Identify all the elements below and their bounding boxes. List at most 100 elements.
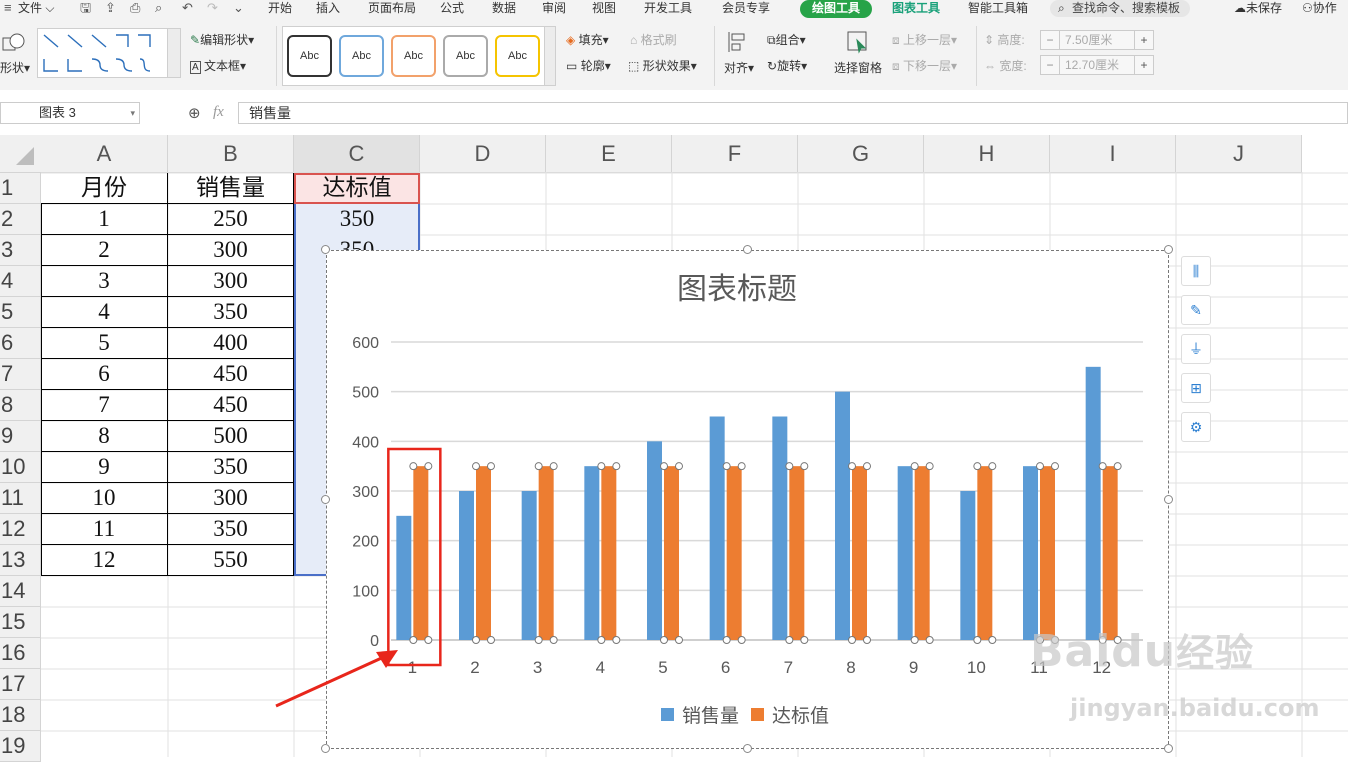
bar-selection-handle[interactable] xyxy=(675,462,683,471)
bar-selection-handle[interactable] xyxy=(487,636,495,644)
header-cell-month[interactable]: 月份 xyxy=(41,173,168,204)
bar-sales[interactable] xyxy=(647,441,662,640)
chart-type-icon[interactable]: ⊞ xyxy=(1181,373,1211,403)
bar-target[interactable] xyxy=(538,466,554,640)
bar-selection-handle[interactable] xyxy=(660,462,668,471)
bar-selection-handle[interactable] xyxy=(988,462,997,471)
bar-sales[interactable] xyxy=(1023,466,1038,640)
table-cell-month[interactable]: 2 xyxy=(41,235,168,266)
table-cell-month[interactable]: 6 xyxy=(41,359,168,390)
table-cell-month[interactable]: 12 xyxy=(41,545,168,576)
bar-selection-handle[interactable] xyxy=(597,462,606,471)
table-cell-sales[interactable]: 300 xyxy=(168,483,294,514)
bar-target[interactable] xyxy=(914,466,930,640)
table-cell-sales[interactable]: 550 xyxy=(168,545,294,576)
chart-resize-handle[interactable] xyxy=(742,744,752,753)
bar-selection-handle[interactable] xyxy=(424,636,433,644)
bar-target[interactable] xyxy=(726,466,742,640)
chart-resize-handle[interactable] xyxy=(742,245,752,254)
bar-selection-handle[interactable] xyxy=(785,636,794,644)
bar-selection-handle[interactable] xyxy=(487,462,495,471)
table-cell-sales[interactable]: 450 xyxy=(168,359,294,390)
chart-filter-icon[interactable]: ⏚ xyxy=(1181,334,1211,364)
table-cell-month[interactable]: 4 xyxy=(41,297,168,328)
bar-selection-handle[interactable] xyxy=(409,462,418,471)
bar-target[interactable] xyxy=(1102,466,1118,640)
bar-sales[interactable] xyxy=(1085,366,1101,640)
table-cell-month[interactable]: 5 xyxy=(41,328,168,359)
bar-selection-handle[interactable] xyxy=(848,636,856,644)
table-cell-month[interactable]: 7 xyxy=(41,390,168,421)
bar-selection-handle[interactable] xyxy=(973,636,982,644)
bar-sales[interactable] xyxy=(396,515,412,640)
bar-selection-handle[interactable] xyxy=(675,636,683,644)
bar-sales[interactable] xyxy=(584,466,600,640)
bar-selection-handle[interactable] xyxy=(1113,462,1122,471)
bar-selection-handle[interactable] xyxy=(910,636,919,644)
table-cell-sales[interactable]: 250 xyxy=(168,204,294,235)
bar-target[interactable] xyxy=(413,466,429,640)
table-cell-sales[interactable]: 350 xyxy=(168,452,294,483)
table-cell-month[interactable]: 8 xyxy=(41,421,168,452)
bar-selection-handle[interactable] xyxy=(973,462,982,471)
bar-selection-handle[interactable] xyxy=(925,636,934,644)
bar-selection-handle[interactable] xyxy=(910,462,919,471)
table-cell-sales[interactable]: 350 xyxy=(168,297,294,328)
bar-sales[interactable] xyxy=(772,416,788,641)
bar-selection-handle[interactable] xyxy=(424,462,433,471)
chart-resize-handle[interactable] xyxy=(321,494,330,504)
chart-elements-icon[interactable]: ⫼ xyxy=(1181,256,1211,286)
bar-target[interactable] xyxy=(1040,466,1055,640)
bar-target[interactable] xyxy=(664,466,679,640)
bar-selection-handle[interactable] xyxy=(472,636,480,644)
table-cell-sales[interactable]: 300 xyxy=(168,235,294,266)
bar-sales[interactable] xyxy=(459,491,474,640)
bar-target[interactable] xyxy=(789,466,805,640)
bar-selection-handle[interactable] xyxy=(549,462,558,471)
bar-selection-handle[interactable] xyxy=(722,462,731,471)
bar-sales[interactable] xyxy=(835,391,850,640)
bar-selection-handle[interactable] xyxy=(737,462,746,471)
bar-selection-handle[interactable] xyxy=(597,636,606,644)
table-cell-sales[interactable]: 350 xyxy=(168,514,294,545)
table-cell-month[interactable]: 10 xyxy=(41,483,168,514)
bar-selection-handle[interactable] xyxy=(409,636,418,644)
chart-resize-handle[interactable] xyxy=(321,245,330,254)
bar-target[interactable] xyxy=(476,466,491,640)
bar-selection-handle[interactable] xyxy=(800,636,809,644)
bar-sales[interactable] xyxy=(709,416,725,641)
bar-target[interactable] xyxy=(601,466,617,640)
bar-selection-handle[interactable] xyxy=(863,636,871,644)
bar-selection-handle[interactable] xyxy=(1036,462,1044,471)
table-cell-month[interactable]: 9 xyxy=(41,452,168,483)
bar-selection-handle[interactable] xyxy=(660,636,668,644)
bar-sales[interactable] xyxy=(521,491,537,640)
table-cell-sales[interactable]: 300 xyxy=(168,266,294,297)
table-cell-sales[interactable]: 500 xyxy=(168,421,294,452)
bar-selection-handle[interactable] xyxy=(549,636,558,644)
chart-resize-handle[interactable] xyxy=(1164,494,1173,504)
chart-settings-gear-icon[interactable]: ⚙ xyxy=(1181,412,1211,442)
bar-selection-handle[interactable] xyxy=(785,462,794,471)
table-cell-month[interactable]: 1 xyxy=(41,204,168,235)
bar-selection-handle[interactable] xyxy=(848,462,856,471)
table-cell-sales[interactable]: 400 xyxy=(168,328,294,359)
bar-selection-handle[interactable] xyxy=(472,462,480,471)
bar-selection-handle[interactable] xyxy=(722,636,731,644)
header-cell-target[interactable]: 达标值 xyxy=(294,173,420,204)
bar-selection-handle[interactable] xyxy=(1051,462,1059,471)
bar-selection-handle[interactable] xyxy=(737,636,746,644)
bar-target[interactable] xyxy=(977,466,993,640)
bar-selection-handle[interactable] xyxy=(925,462,934,471)
bar-selection-handle[interactable] xyxy=(612,636,621,644)
bar-target[interactable] xyxy=(852,466,867,640)
table-cell-month[interactable]: 11 xyxy=(41,514,168,545)
table-cell-target[interactable]: 350 xyxy=(294,204,420,235)
bar-selection-handle[interactable] xyxy=(534,462,543,471)
bar-selection-handle[interactable] xyxy=(534,636,543,644)
bar-selection-handle[interactable] xyxy=(988,636,997,644)
bar-sales[interactable] xyxy=(960,491,976,640)
bar-selection-handle[interactable] xyxy=(863,462,871,471)
bar-selection-handle[interactable] xyxy=(1098,462,1107,471)
chart-resize-handle[interactable] xyxy=(1164,744,1173,753)
